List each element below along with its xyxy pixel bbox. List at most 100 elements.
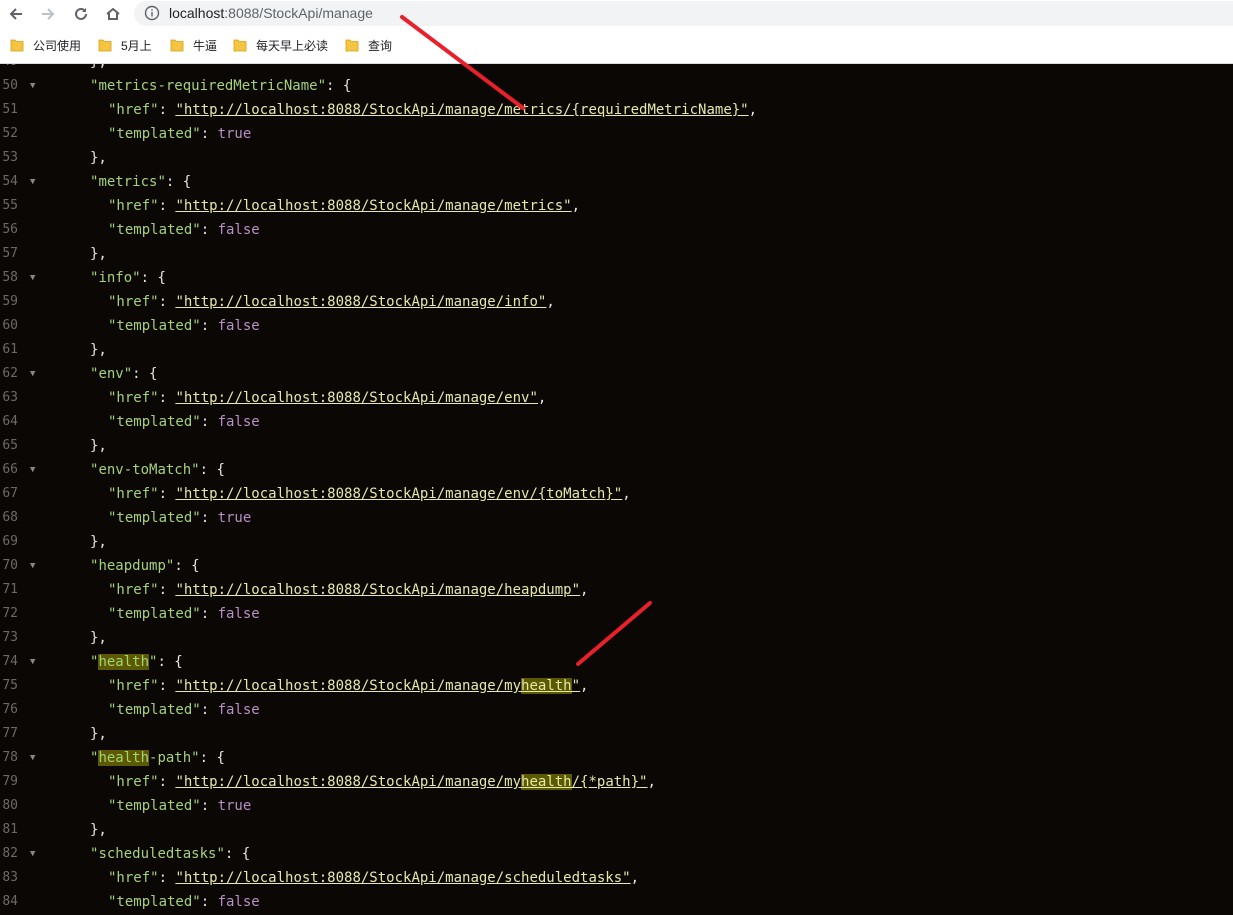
json-punctuation: },: [90, 150, 107, 166]
line-number: 71: [2, 582, 18, 597]
home-button[interactable]: [99, 0, 127, 28]
line-number: 79: [2, 774, 18, 789]
json-line: 82 ▼ "scheduledtasks": {: [0, 842, 1233, 866]
json-link[interactable]: "http://localhost:8088/StockApi/manage/e…: [175, 486, 622, 502]
annotation-arrow-icon: [400, 15, 525, 110]
code-text: "templated": false: [108, 602, 260, 626]
folder-icon: [170, 39, 184, 51]
fold-toggle-icon[interactable]: ▼: [30, 554, 35, 578]
line-number: 56: [2, 222, 18, 237]
bookmark-folder[interactable]: 每天早上必读: [233, 36, 328, 54]
json-line: 64 "templated": false: [0, 410, 1233, 434]
line-number: 78: [2, 750, 18, 765]
json-punctuation: :: [200, 126, 218, 142]
json-quote: ": [175, 486, 184, 502]
json-property: "templated": [108, 318, 201, 334]
json-link[interactable]: "http://localhost:8088/StockApi/manage/h…: [175, 582, 580, 598]
line-number: 75: [2, 678, 18, 693]
code-text: "href": "http://localhost:8088/StockApi/…: [108, 482, 631, 506]
code-text: "templated": false: [108, 314, 260, 338]
reload-icon: [75, 7, 87, 20]
code-text: "env-toMatch": {: [90, 458, 225, 482]
code-text: },: [90, 338, 107, 362]
url-text[interactable]: localhost:8088/StockApi/manage: [169, 4, 373, 22]
code-text: },: [90, 434, 107, 458]
json-link[interactable]: "http://localhost:8088/StockApi/manage/m…: [175, 678, 580, 694]
json-punctuation: },: [90, 438, 107, 454]
address-bar[interactable]: localhost:8088/StockApi/manage: [134, 1, 1233, 26]
line-number: 76: [2, 702, 18, 717]
json-line: 65},: [0, 434, 1233, 458]
bookmark-folder[interactable]: 5月上: [98, 36, 152, 54]
info-icon[interactable]: [144, 5, 160, 21]
fold-toggle-icon[interactable]: ▼: [30, 266, 35, 290]
json-boolean: false: [217, 894, 260, 910]
json-link[interactable]: "http://localhost:8088/StockApi/manage/m…: [175, 198, 571, 214]
line-number: 67: [2, 486, 18, 501]
fold-toggle-icon[interactable]: ▼: [30, 650, 35, 674]
code-text: "metrics-requiredMetricName": {: [90, 74, 351, 98]
json-punctuation: :: [200, 702, 218, 718]
json-property: "href": [108, 102, 159, 118]
json-link[interactable]: "http://localhost:8088/StockApi/manage/m…: [175, 774, 647, 790]
json-punctuation: :: [200, 414, 218, 430]
forward-button[interactable]: [34, 0, 62, 28]
bookmark-folder[interactable]: 查询: [345, 36, 392, 54]
fold-toggle-icon[interactable]: ▼: [30, 170, 35, 194]
json-punctuation: },: [90, 342, 107, 358]
code-text: "templated": true: [108, 794, 251, 818]
link-text: /{*path}: [571, 774, 640, 790]
code-text: "templated": true: [108, 122, 251, 146]
json-punctuation: ,: [647, 774, 656, 790]
json-link[interactable]: "http://localhost:8088/StockApi/manage/i…: [175, 294, 546, 310]
reload-button[interactable]: [67, 0, 95, 28]
code-text: "href": "http://localhost:8088/StockApi/…: [108, 386, 546, 410]
json-line: 54 ▼ "metrics": {: [0, 170, 1233, 194]
code-text: "href": "http://localhost:8088/StockApi/…: [108, 290, 555, 314]
back-button[interactable]: [2, 0, 30, 28]
json-quote: ": [175, 198, 184, 214]
fold-toggle-icon[interactable]: ▼: [30, 746, 35, 770]
fold-toggle-icon[interactable]: ▼: [30, 458, 35, 482]
fold-toggle-icon[interactable]: ▼: [30, 842, 35, 866]
json-link[interactable]: "http://localhost:8088/StockApi/manage/s…: [175, 870, 630, 886]
back-arrow-icon: [9, 8, 22, 20]
annotation-arrow-icon: [576, 601, 652, 666]
json-quote: ": [216, 846, 225, 862]
json-property: "templated": [108, 126, 201, 142]
json-property: "templated": [108, 414, 201, 430]
code-text: "templated": false: [108, 410, 260, 434]
json-boolean: false: [217, 318, 260, 334]
code-text: "templated": false: [108, 890, 260, 914]
link-text: http://localhost:8088/StockApi/manage/sc…: [183, 870, 623, 886]
json-key: metrics-requiredMetricName: [98, 78, 318, 94]
json-link[interactable]: "http://localhost:8088/StockApi/manage/e…: [175, 390, 537, 406]
json-line: 75 "href": "http://localhost:8088/StockAp…: [0, 674, 1233, 698]
line-number: 51: [2, 102, 18, 117]
code-text: "env": {: [90, 362, 157, 386]
bookmark-folder[interactable]: 公司使用: [10, 36, 81, 54]
json-punctuation: ,: [571, 198, 581, 214]
line-number: 59: [2, 294, 18, 309]
json-line: 56 "templated": false: [0, 218, 1233, 242]
line-number: 61: [2, 342, 18, 357]
code-text: },: [90, 146, 107, 170]
fold-toggle-icon[interactable]: ▼: [30, 362, 35, 386]
code-text: },: [90, 818, 107, 842]
folder-icon: [233, 39, 247, 51]
line-number: 74: [2, 654, 18, 669]
json-boolean: false: [217, 414, 260, 430]
json-punctuation: :: [158, 102, 176, 118]
line-number: 69: [2, 534, 18, 549]
json-line: 55 "href": "http://localhost:8088/StockAp…: [0, 194, 1233, 218]
code-text: },: [90, 626, 107, 650]
bookmark-folder[interactable]: 牛逼: [170, 36, 217, 54]
code-text: "templated": false: [108, 218, 260, 242]
json-punctuation: : {: [174, 558, 200, 574]
bookmarks-bar: 公司使用 5月上 牛逼 每天早上必读 查询: [0, 28, 1233, 64]
search-highlight: health: [521, 774, 572, 790]
link-text: http://localhost:8088/StockApi/manage/en…: [183, 486, 614, 502]
json-punctuation: },: [90, 534, 107, 550]
code-text: "metrics": {: [90, 170, 191, 194]
fold-toggle-icon[interactable]: ▼: [30, 74, 35, 98]
